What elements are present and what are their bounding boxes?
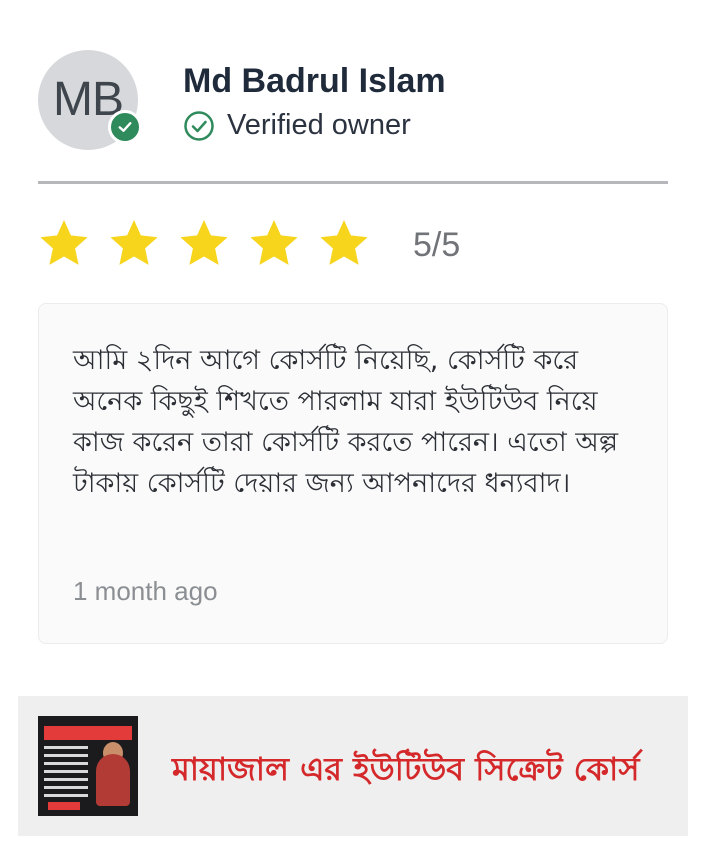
verified-owner-label: Verified owner <box>227 109 411 141</box>
star-icon <box>40 220 88 265</box>
product-thumbnail[interactable] <box>38 716 138 816</box>
star-icon <box>180 220 228 265</box>
thumbnail-banner <box>44 726 132 740</box>
verified-owner-row: Verified owner <box>183 109 411 142</box>
thumbnail-cta <box>48 802 80 810</box>
product-link[interactable]: মায়াজাল এর ইউটিউব সিক্রেট কোর্স <box>18 696 688 836</box>
star-icon <box>320 220 368 265</box>
check-circle-icon <box>184 110 214 141</box>
review-card: আমি ২দিন আগে কোর্সটি নিয়েছি, কোর্সটি কর… <box>38 303 668 644</box>
review-date: 1 month ago <box>73 576 218 606</box>
reviewer-header: MB Md Badrul Islam Verified owner <box>38 50 668 155</box>
product-title[interactable]: মায়াজাল এর ইউটিউব সিক্রেট কোর্স <box>172 744 639 798</box>
thumbnail-bullet-lines <box>44 746 88 802</box>
review-text: আমি ২দিন আগে কোর্সটি নিয়েছি, কোর্সটি কর… <box>73 345 618 499</box>
reviewer-name: Md Badrul Islam <box>183 62 446 100</box>
verified-badge-icon <box>108 110 142 144</box>
star-rating <box>38 218 370 270</box>
star-icon <box>110 220 158 265</box>
thumbnail-person <box>96 754 130 806</box>
star-icon <box>250 220 298 265</box>
rating-score: 5/5 <box>413 226 461 264</box>
divider <box>38 181 668 184</box>
